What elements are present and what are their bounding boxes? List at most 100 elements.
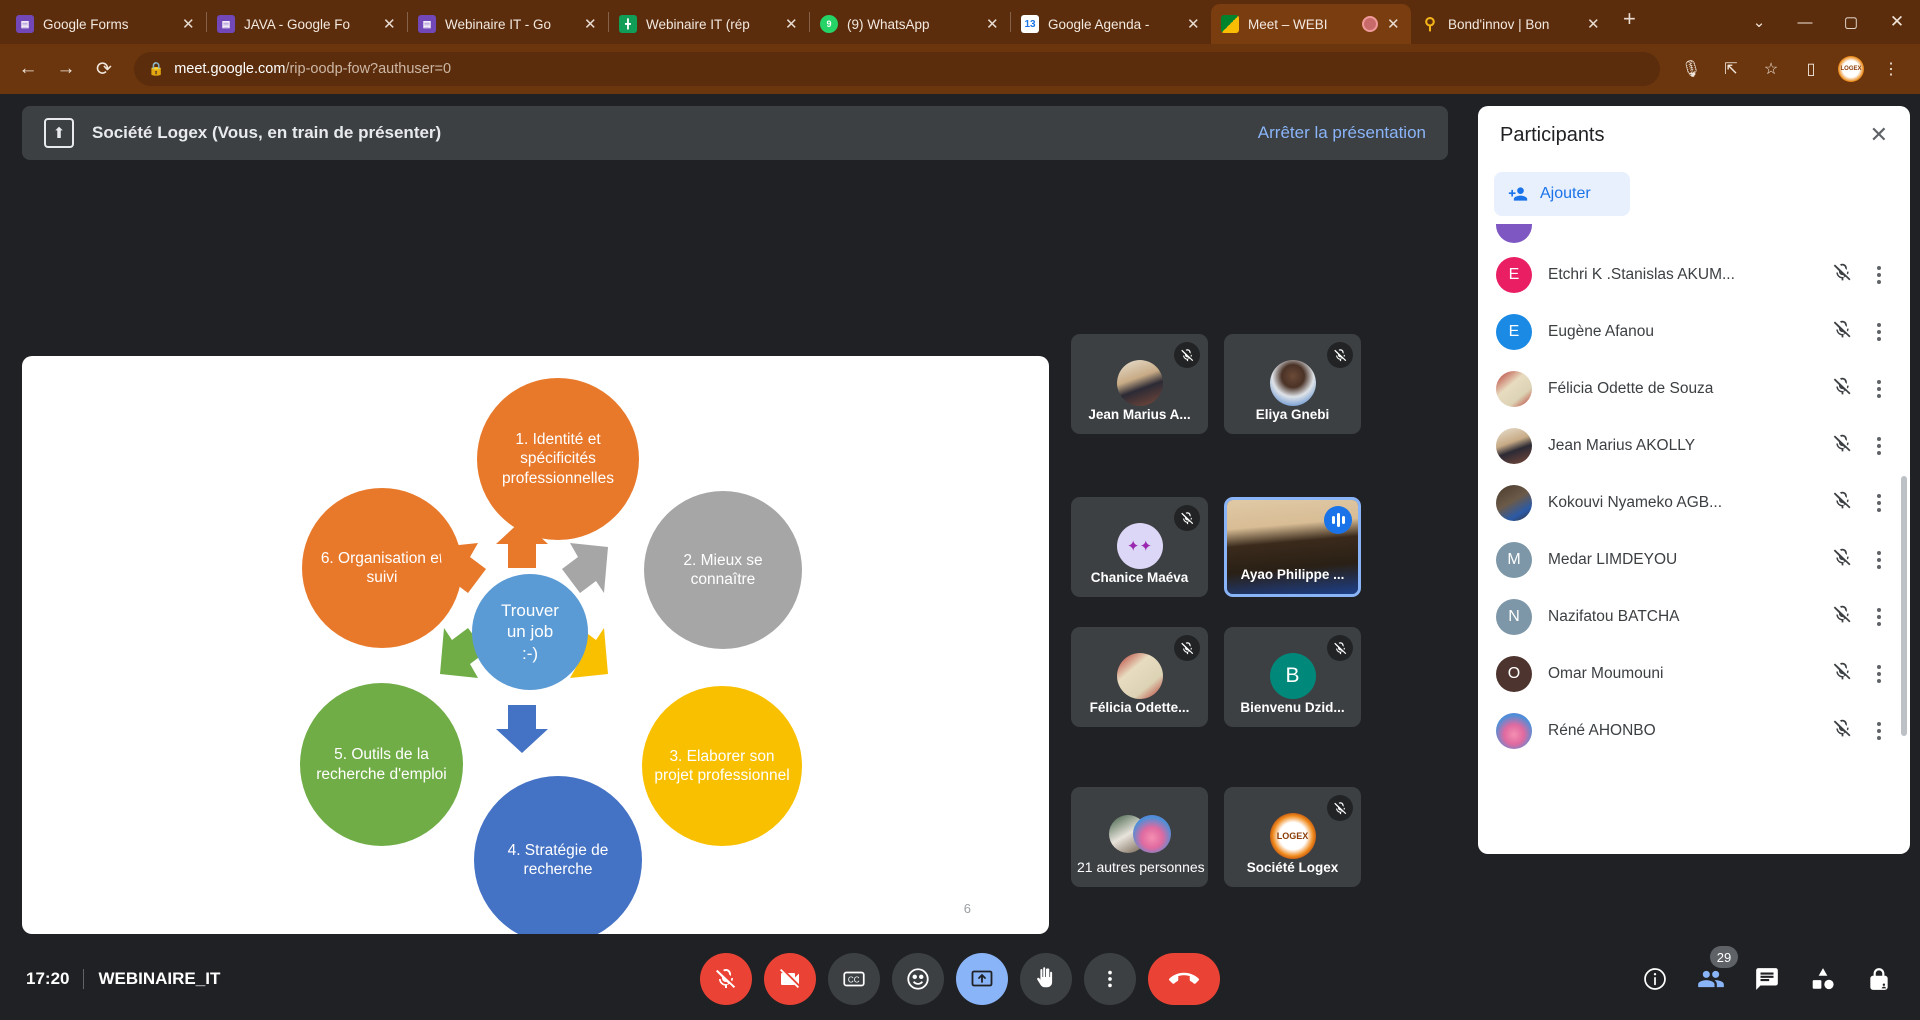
participant-tile-societe-logex[interactable]: LOGEX Société Logex: [1224, 787, 1361, 887]
list-item[interactable]: Félicia Odette de Souza: [1478, 360, 1910, 417]
avatar-letter: E: [1509, 323, 1520, 341]
list-item[interactable]: E Etchri K .Stanislas AKUM...: [1478, 246, 1910, 303]
participant-tile-name: Bienvenu Dzid...: [1224, 700, 1361, 715]
lock-icon: 🔒: [148, 61, 164, 77]
close-icon[interactable]: ✕: [986, 17, 1000, 32]
maximize-button[interactable]: ▢: [1828, 0, 1874, 44]
more-options-icon[interactable]: [1870, 266, 1888, 284]
avatar: [1496, 428, 1532, 464]
meeting-details-icon[interactable]: [1640, 964, 1670, 994]
tab-title: (9) WhatsApp: [847, 17, 977, 32]
participants-list[interactable]: E Etchri K .Stanislas AKUM... E Eugène A…: [1478, 224, 1910, 854]
minimize-button[interactable]: —: [1782, 0, 1828, 44]
call-controls: CC: [700, 953, 1220, 1005]
leave-call-button[interactable]: [1148, 953, 1220, 1005]
list-item[interactable]: Réné AHONBO: [1478, 702, 1910, 759]
sidepanel-icon[interactable]: ▯: [1794, 52, 1828, 86]
bondinnov-icon: ⚲: [1421, 15, 1439, 33]
list-item-partial[interactable]: [1478, 224, 1910, 246]
slide-bubble-label: 5. Outils de la recherche d'emploi: [310, 745, 453, 784]
browser-tab-4[interactable]: 9 (9) WhatsApp ✕: [810, 4, 1010, 44]
tab-search-icon[interactable]: ⌄: [1736, 0, 1782, 44]
list-item[interactable]: Jean Marius AKOLLY: [1478, 417, 1910, 474]
avatar: [1496, 485, 1532, 521]
participant-tile-others-overflow[interactable]: 21 autres personnes: [1071, 787, 1208, 887]
chat-icon[interactable]: [1752, 964, 1782, 994]
window-controls: ⌄ — ▢ ✕: [1736, 0, 1920, 44]
captions-button[interactable]: CC: [828, 953, 880, 1005]
reload-button[interactable]: ⟳: [88, 53, 120, 85]
slide-bubble-label: 1. Identité et spécificités professionne…: [487, 430, 629, 488]
more-options-icon[interactable]: [1870, 323, 1888, 341]
more-options-icon[interactable]: [1870, 551, 1888, 569]
forms-icon: ▤: [16, 15, 34, 33]
close-window-button[interactable]: ✕: [1874, 0, 1920, 44]
close-icon[interactable]: ✕: [182, 17, 196, 32]
list-item[interactable]: M Medar LIMDEYOU: [1478, 531, 1910, 588]
list-item[interactable]: Kokouvi Nyameko AGB...: [1478, 474, 1910, 531]
close-icon[interactable]: ✕: [1387, 17, 1401, 32]
mic-off-icon: [1327, 795, 1353, 821]
activities-icon[interactable]: [1808, 964, 1838, 994]
share-icon[interactable]: ⇱: [1714, 52, 1748, 86]
raise-hand-button[interactable]: [1020, 953, 1072, 1005]
microphone-off-button[interactable]: [700, 953, 752, 1005]
more-options-icon[interactable]: [1870, 665, 1888, 683]
participant-tile-eliya[interactable]: Eliya Gnebi: [1224, 334, 1361, 434]
new-tab-button[interactable]: +: [1611, 6, 1648, 38]
close-icon[interactable]: ✕: [584, 17, 598, 32]
more-options-button[interactable]: [1084, 953, 1136, 1005]
mic-off-icon: [1832, 718, 1854, 744]
panel-scrollbar[interactable]: [1901, 476, 1907, 736]
mic-off-icon: [1832, 604, 1854, 630]
address-bar[interactable]: 🔒 meet.google.com/rip-oodp-fow?authuser=…: [134, 52, 1660, 86]
presentation-banner: ⬆ Société Logex (Vous, en train de prése…: [22, 106, 1448, 160]
tab-title: JAVA - Google Fo: [244, 17, 374, 32]
more-options-icon[interactable]: [1870, 494, 1888, 512]
participant-tile-jean-marius[interactable]: Jean Marius A...: [1071, 334, 1208, 434]
back-button[interactable]: ←: [12, 53, 44, 85]
close-icon[interactable]: ✕: [1870, 122, 1888, 148]
add-person-button[interactable]: Ajouter: [1494, 172, 1630, 216]
camera-off-button[interactable]: [764, 953, 816, 1005]
close-icon[interactable]: ✕: [1587, 17, 1601, 32]
browser-tab-6-active[interactable]: Meet – WEBI ✕: [1211, 4, 1411, 44]
profile-avatar[interactable]: LOGEX: [1834, 52, 1868, 86]
list-item[interactable]: O Omar Moumouni: [1478, 645, 1910, 702]
browser-tab-0[interactable]: ▤ Google Forms ✕: [6, 4, 206, 44]
stop-presentation-button[interactable]: Arrêter la présentation: [1258, 123, 1426, 143]
forward-button[interactable]: →: [50, 53, 82, 85]
more-options-icon[interactable]: [1870, 722, 1888, 740]
participant-tile-bienvenu[interactable]: B Bienvenu Dzid...: [1224, 627, 1361, 727]
browser-tab-1[interactable]: ▤ JAVA - Google Fo ✕: [207, 4, 407, 44]
more-options-icon[interactable]: [1870, 380, 1888, 398]
more-options-icon[interactable]: [1870, 608, 1888, 626]
shared-slide[interactable]: 1. Identité et spécificités professionne…: [22, 356, 1049, 934]
more-options-icon[interactable]: [1870, 437, 1888, 455]
slide-bubble-5: 5. Outils de la recherche d'emploi: [300, 683, 463, 846]
close-icon[interactable]: ✕: [1187, 17, 1201, 32]
microphone-icon[interactable]: 🎙: [1674, 52, 1708, 86]
chrome-menu-icon[interactable]: ⋮: [1874, 52, 1908, 86]
participant-name: Etchri K .Stanislas AKUM...: [1548, 266, 1816, 284]
participant-tile-felicia[interactable]: Félicia Odette...: [1071, 627, 1208, 727]
participant-tile-ayao-philippe-active-speaker[interactable]: Ayao Philippe ...: [1224, 497, 1361, 597]
participant-name: Eugène Afanou: [1548, 323, 1816, 341]
close-icon[interactable]: ✕: [383, 17, 397, 32]
slide-bubble-label: 3. Elaborer son projet professionnel: [652, 747, 792, 786]
slide-arrow-down-icon: [494, 703, 550, 755]
browser-tab-7[interactable]: ⚲ Bond'innov | Bon ✕: [1411, 4, 1611, 44]
list-item[interactable]: E Eugène Afanou: [1478, 303, 1910, 360]
close-icon[interactable]: ✕: [785, 17, 799, 32]
participant-tile-chanice[interactable]: ✦✦ Chanice Maéva: [1071, 497, 1208, 597]
browser-tab-2[interactable]: ▤ Webinaire IT - Go ✕: [408, 4, 608, 44]
bookmark-star-icon[interactable]: ☆: [1754, 52, 1788, 86]
browser-tab-3[interactable]: ╋ Webinaire IT (rép ✕: [609, 4, 809, 44]
browser-tab-5[interactable]: 13 Google Agenda - ✕: [1011, 4, 1211, 44]
avatar: LOGEX: [1838, 56, 1864, 82]
reactions-button[interactable]: [892, 953, 944, 1005]
participants-icon[interactable]: 29: [1696, 964, 1726, 994]
list-item[interactable]: N Nazifatou BATCHA: [1478, 588, 1910, 645]
present-now-button[interactable]: [956, 953, 1008, 1005]
host-controls-icon[interactable]: [1864, 964, 1894, 994]
